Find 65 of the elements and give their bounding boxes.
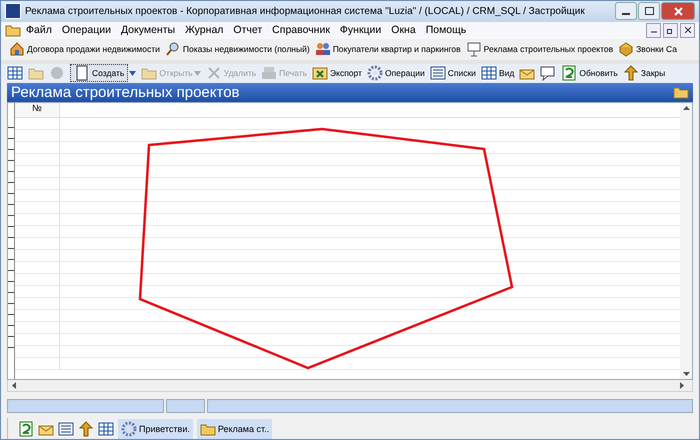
scroll-up-arrow-icon[interactable] [682, 106, 690, 110]
menu-item[interactable]: Файл [21, 24, 57, 36]
app-logo-icon [5, 3, 21, 20]
close-icon [674, 6, 682, 16]
people-icon [314, 41, 331, 58]
shortcut-button[interactable]: Договора продажи недвижимости [9, 41, 160, 58]
refresh-icon [18, 420, 34, 437]
box-icon [618, 41, 634, 58]
new-document-icon [74, 65, 90, 82]
menu-item[interactable]: Справочник [267, 24, 335, 36]
grid-button[interactable] [7, 65, 23, 82]
search-icon [164, 41, 181, 58]
circle-icon [49, 65, 65, 82]
house-icon [9, 41, 25, 58]
list-icon [58, 420, 74, 437]
taskbar-item[interactable]: Реклама ст.. [196, 418, 272, 439]
toolbar-button[interactable]: Вид [480, 65, 514, 82]
menu-item[interactable]: Отчет [228, 24, 268, 36]
panel-title: Реклама строительных проектов [11, 84, 240, 101]
taskbar-item[interactable]: Приветстви. [118, 418, 193, 439]
toolbar-button[interactable]: Операции [366, 65, 425, 82]
toolbar-button[interactable]: Закры [622, 65, 666, 82]
grid-icon [7, 65, 23, 82]
easel-icon [466, 41, 482, 58]
printer-icon [261, 65, 278, 82]
scroll-down-arrow-icon[interactable] [682, 372, 690, 376]
menu-item[interactable]: Операции [56, 24, 116, 36]
grid-icon [98, 420, 114, 437]
arrow-up-icon [622, 65, 639, 82]
gear-icon [121, 420, 137, 437]
scroll-left-arrow-icon[interactable] [12, 382, 16, 389]
refresh-icon [561, 65, 578, 82]
list-icon [430, 65, 446, 82]
menu-item[interactable]: Функции [334, 24, 386, 36]
maximize-button[interactable] [638, 2, 660, 20]
comment-button[interactable] [540, 65, 556, 82]
arrow-up-icon [78, 420, 94, 437]
minimize-button[interactable] [646, 22, 661, 38]
delete-icon [206, 65, 222, 82]
spreadsheet-icon [312, 65, 328, 82]
dropdown-arrow-icon[interactable] [129, 70, 136, 76]
window-title: Реклама строительных проектов - Корпоративная информационная система "Luzia" / (LOCAL) / CRM_SQL / Застройщик [25, 6, 586, 17]
shortcut-button[interactable]: Реклама строительных проектов [466, 41, 614, 58]
close-icon [684, 27, 690, 34]
toolbar-button[interactable]: Списки [430, 65, 476, 82]
status-panel [166, 398, 205, 414]
menu-item[interactable]: Журнал [180, 24, 228, 36]
toolbar-button[interactable]: Создать [70, 64, 128, 82]
menu-item[interactable]: Документы [116, 24, 180, 36]
menu-item[interactable]: Помощь [420, 24, 472, 36]
minimize-button[interactable] [615, 2, 637, 20]
restore-button[interactable] [663, 22, 678, 38]
shortcut-button[interactable]: Покупатели квартир и паркингов [314, 41, 461, 58]
shortcut-button[interactable]: Звонки Са [618, 41, 677, 58]
comment-icon [540, 65, 556, 82]
shortcut-button[interactable]: Показы недвижимости (полный) [164, 41, 310, 58]
menu-item[interactable]: Окна [386, 24, 421, 36]
restore-icon [667, 26, 674, 34]
close-button[interactable] [680, 22, 695, 38]
column-header[interactable]: № [15, 102, 60, 117]
grid-icon [480, 65, 497, 82]
scroll-right-arrow-icon[interactable] [680, 382, 684, 389]
toolbar-button[interactable]: Экспорт [312, 65, 362, 82]
toolbar-button[interactable]: Обновить [561, 65, 618, 82]
maximize-icon [644, 7, 654, 16]
